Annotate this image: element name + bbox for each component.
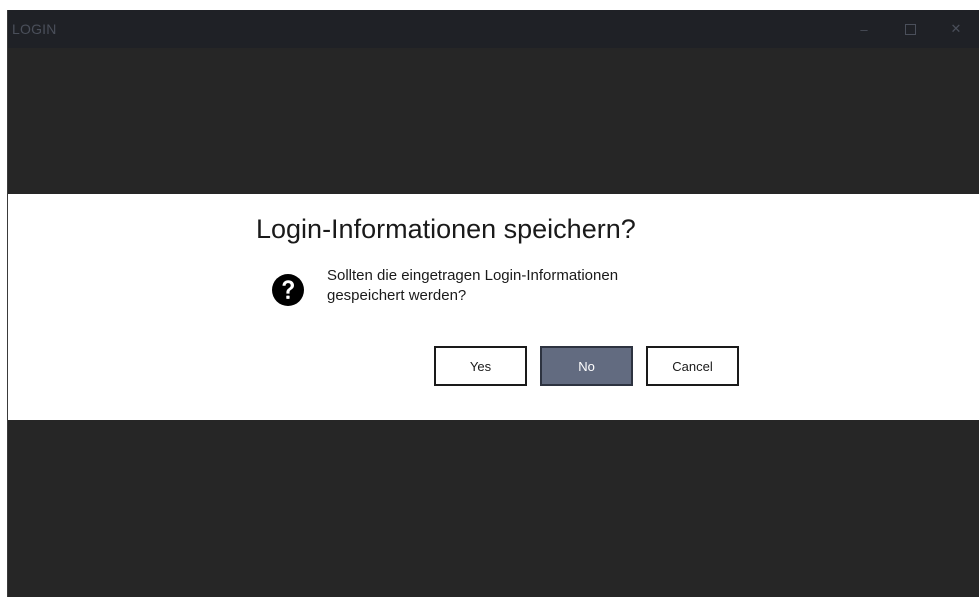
login-window: LOGIN – ✕ Login-Informationen speichern? bbox=[7, 10, 979, 597]
dialog-message: Sollten die eingetragen Login-Informatio… bbox=[327, 266, 727, 306]
title-bar[interactable]: LOGIN – ✕ bbox=[8, 10, 979, 48]
close-icon: ✕ bbox=[950, 21, 962, 36]
yes-button[interactable]: Yes bbox=[434, 346, 527, 386]
minimize-icon: – bbox=[860, 21, 868, 37]
dialog-title: Login-Informationen speichern? bbox=[256, 214, 636, 244]
close-button[interactable]: ✕ bbox=[933, 10, 979, 48]
question-circle-icon bbox=[272, 274, 304, 306]
dialog-message-line-1: Sollten die eingetragen Login-Informatio… bbox=[327, 267, 619, 284]
window-title: LOGIN bbox=[12, 21, 57, 37]
dialog-buttons: Yes No Cancel bbox=[434, 346, 739, 386]
message-dialog: Login-Informationen speichern? Sollten d… bbox=[8, 194, 979, 420]
maximize-icon bbox=[904, 23, 916, 35]
dialog-message-line-2: gespeichert werden? bbox=[327, 287, 467, 304]
no-button[interactable]: No bbox=[540, 346, 633, 386]
minimize-button[interactable]: – bbox=[841, 10, 887, 48]
cancel-button[interactable]: Cancel bbox=[646, 346, 739, 386]
screen: LOGIN – ✕ Login-Informationen speichern? bbox=[0, 0, 979, 597]
maximize-button[interactable] bbox=[887, 10, 933, 48]
window-controls: – ✕ bbox=[841, 10, 979, 48]
